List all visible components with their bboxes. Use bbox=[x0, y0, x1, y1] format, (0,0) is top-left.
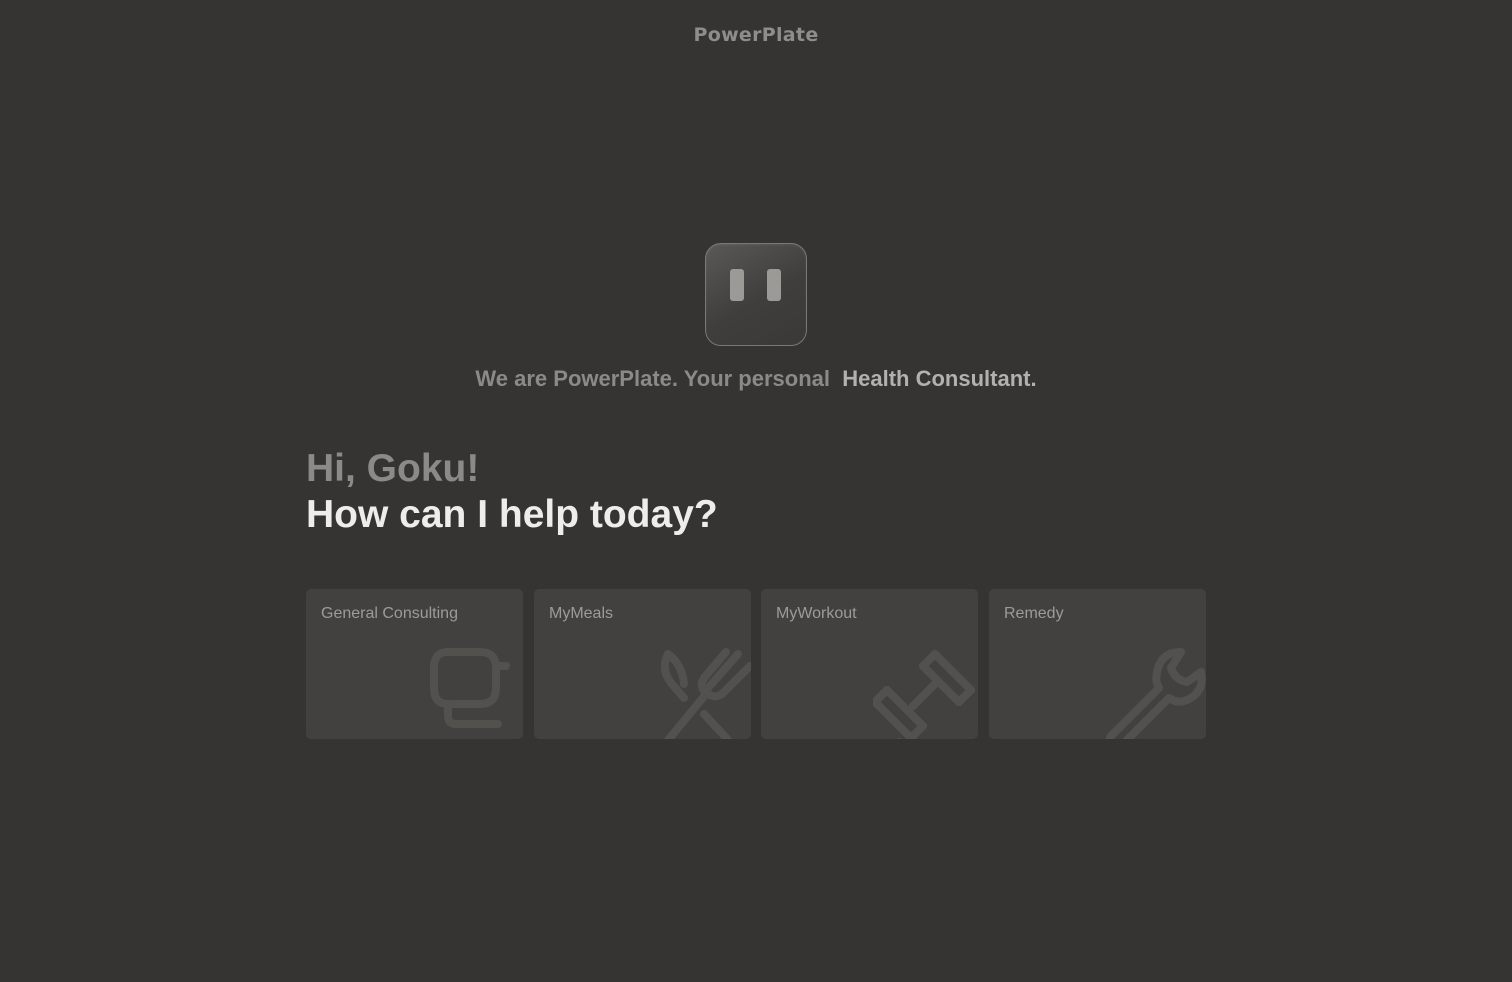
card-general-consulting[interactable]: General Consulting bbox=[306, 589, 523, 739]
card-myworkout[interactable]: MyWorkout bbox=[761, 589, 978, 739]
brand-title: PowerPlate bbox=[693, 24, 819, 46]
chat-bubble-icon bbox=[418, 644, 523, 739]
robot-face-icon bbox=[705, 243, 807, 346]
tagline-accent: Health Consultant. bbox=[842, 366, 1037, 391]
fork-knife-icon bbox=[646, 644, 751, 739]
card-label: General Consulting bbox=[321, 605, 458, 622]
greeting-question: How can I help today? bbox=[306, 493, 718, 536]
card-label: MyWorkout bbox=[776, 605, 857, 622]
card-remedy[interactable]: Remedy bbox=[989, 589, 1206, 739]
card-label: Remedy bbox=[1004, 605, 1064, 622]
logo-eye-left bbox=[730, 269, 744, 301]
wrench-icon bbox=[1101, 644, 1206, 739]
tagline: We are PowerPlate. Your personal Health … bbox=[0, 366, 1512, 392]
tagline-prefix: We are PowerPlate. Your personal bbox=[475, 366, 843, 391]
app-root: PowerPlate We are PowerPlate. Your perso… bbox=[0, 0, 1512, 982]
card-mymeals[interactable]: MyMeals bbox=[534, 589, 751, 739]
option-cards: General Consulting MyMeals MyWorkout Rem… bbox=[306, 589, 1206, 739]
dumbbell-icon bbox=[873, 644, 978, 739]
greeting-hello: Hi, Goku! bbox=[306, 447, 480, 490]
card-label: MyMeals bbox=[549, 605, 614, 622]
logo-eye-right bbox=[767, 269, 781, 301]
